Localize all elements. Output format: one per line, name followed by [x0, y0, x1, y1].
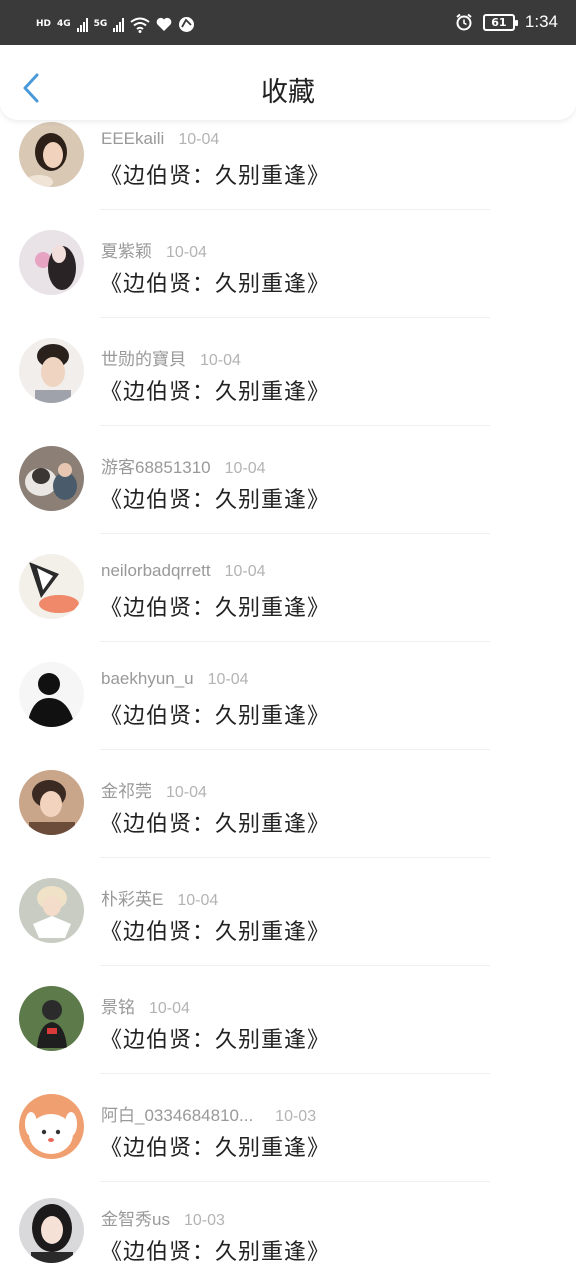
avatar[interactable]: [19, 446, 84, 511]
item-title[interactable]: 《边伯贤：久别重逢》: [100, 266, 330, 298]
username[interactable]: 阿白_0334684810...: [101, 1101, 253, 1126]
item-title[interactable]: 《边伯贤：久别重逢》: [100, 698, 330, 730]
date: 10-04: [166, 784, 207, 801]
wifi-icon: [130, 17, 150, 33]
status-bar: HD 4G 5G 61 1:34: [0, 0, 576, 45]
status-right: 61 1:34: [455, 12, 558, 32]
list-item[interactable]: 游客68851310 10-04 《边伯贤：久别重逢》: [0, 444, 576, 552]
item-title[interactable]: 《边伯贤：久别重逢》: [100, 1130, 330, 1162]
date: 10-04: [200, 352, 241, 369]
item-title[interactable]: 《边伯贤：久别重逢》: [100, 1022, 330, 1054]
item-title[interactable]: 《边伯贤：久别重逢》: [100, 806, 330, 838]
avatar[interactable]: [19, 554, 84, 619]
item-meta: 阿白_0334684810... 10-03: [101, 1101, 316, 1126]
item-meta: baekhyun_u 10-04: [101, 669, 249, 689]
item-title[interactable]: 《边伯贤：久别重逢》: [100, 482, 330, 514]
item-meta: 景铭 10-04: [101, 993, 190, 1018]
list-item[interactable]: 金智秀us 10-03 《边伯贤：久别重逢》: [0, 1198, 576, 1280]
username[interactable]: 游客68851310: [101, 453, 211, 478]
item-title[interactable]: 《边伯贤：久别重逢》: [100, 590, 330, 622]
network-type-1: 4G: [57, 19, 71, 29]
divider: [100, 749, 490, 750]
date: 10-03: [275, 1108, 317, 1125]
date: 10-04: [149, 1000, 190, 1017]
divider: [100, 857, 490, 858]
battery-indicator: 61: [482, 13, 518, 31]
username[interactable]: 朴彩英E: [101, 885, 163, 910]
item-meta: 世勋的寶貝 10-04: [101, 345, 241, 370]
username[interactable]: neilorbadqrrett: [101, 561, 211, 581]
item-meta: EEEkaili 10-04: [101, 129, 219, 149]
page-title: 收藏: [261, 77, 315, 108]
avatar[interactable]: [19, 662, 84, 727]
signal-bars-icon: [113, 17, 125, 32]
list-item[interactable]: 金祁莞 10-04 《边伯贤：久别重逢》: [0, 768, 576, 876]
avatar[interactable]: [19, 230, 84, 295]
navigation-bar: 收藏: [0, 45, 576, 120]
list-item[interactable]: 夏紫颖 10-04 《边伯贤：久别重逢》: [0, 228, 576, 336]
heart-icon: [156, 17, 172, 31]
date: 10-04: [166, 244, 207, 261]
list-item[interactable]: baekhyun_u 10-04 《边伯贤：久别重逢》: [0, 660, 576, 768]
date: 10-04: [224, 460, 266, 477]
divider: [100, 965, 490, 966]
signal-bars-icon: [76, 17, 88, 32]
item-title[interactable]: 《边伯贤：久别重逢》: [100, 1234, 330, 1266]
date: 10-04: [207, 671, 249, 688]
divider: [100, 533, 490, 534]
divider: [100, 209, 490, 210]
item-title[interactable]: 《边伯贤：久别重逢》: [100, 914, 330, 946]
item-title[interactable]: 《边伯贤：久别重逢》: [100, 374, 330, 406]
username[interactable]: baekhyun_u: [101, 669, 194, 689]
network-type-2: 5G: [93, 19, 108, 29]
username[interactable]: EEEkaili: [101, 129, 164, 149]
list-item[interactable]: neilorbadqrrett 10-04 《边伯贤：久别重逢》: [0, 552, 576, 660]
item-meta: 金祁莞 10-04: [101, 777, 207, 802]
avatar[interactable]: [19, 986, 84, 1051]
item-meta: 夏紫颖 10-04: [101, 237, 207, 262]
username[interactable]: 金祁莞: [101, 777, 152, 802]
username[interactable]: 金智秀us: [101, 1205, 170, 1230]
item-meta: neilorbadqrrett 10-04: [101, 561, 266, 581]
username[interactable]: 世勋的寶貝: [101, 345, 186, 370]
list-item[interactable]: 世勋的寶貝 10-04 《边伯贤：久别重逢》: [0, 336, 576, 444]
avatar[interactable]: [19, 1094, 84, 1159]
date: 10-04: [178, 131, 220, 148]
avatar[interactable]: [19, 770, 84, 835]
divider: [100, 641, 490, 642]
clock: 1:34: [524, 12, 558, 31]
divider: [100, 1181, 490, 1182]
item-meta: 金智秀us 10-03: [101, 1205, 225, 1230]
avatar[interactable]: [19, 1198, 84, 1263]
date: 10-04: [177, 892, 219, 909]
divider: [100, 425, 490, 426]
divider: [100, 1073, 490, 1074]
username[interactable]: 夏紫颖: [101, 237, 152, 262]
divider: [100, 317, 490, 318]
status-left: HD 4G 5G: [36, 16, 195, 33]
alarm-icon: [456, 13, 472, 31]
avatar[interactable]: [19, 338, 84, 403]
item-meta: 朴彩英E 10-04: [101, 885, 218, 910]
username[interactable]: 景铭: [101, 993, 135, 1018]
avatar[interactable]: [19, 878, 84, 943]
date: 10-03: [183, 1212, 225, 1229]
list-item[interactable]: 朴彩英E 10-04 《边伯贤：久别重逢》: [0, 876, 576, 984]
app-notification-icon: [179, 17, 195, 32]
list-item[interactable]: 阿白_0334684810... 10-03 《边伯贤：久别重逢》: [0, 1092, 576, 1200]
list-item[interactable]: 景铭 10-04 《边伯贤：久别重逢》: [0, 984, 576, 1092]
date: 10-04: [224, 563, 266, 580]
list-item[interactable]: EEEkaili 10-04 《边伯贤：久别重逢》: [0, 120, 576, 228]
avatar[interactable]: [19, 122, 84, 187]
item-meta: 游客68851310 10-04: [101, 453, 266, 478]
hd-label: HD: [36, 19, 52, 29]
item-title[interactable]: 《边伯贤：久别重逢》: [100, 158, 330, 190]
